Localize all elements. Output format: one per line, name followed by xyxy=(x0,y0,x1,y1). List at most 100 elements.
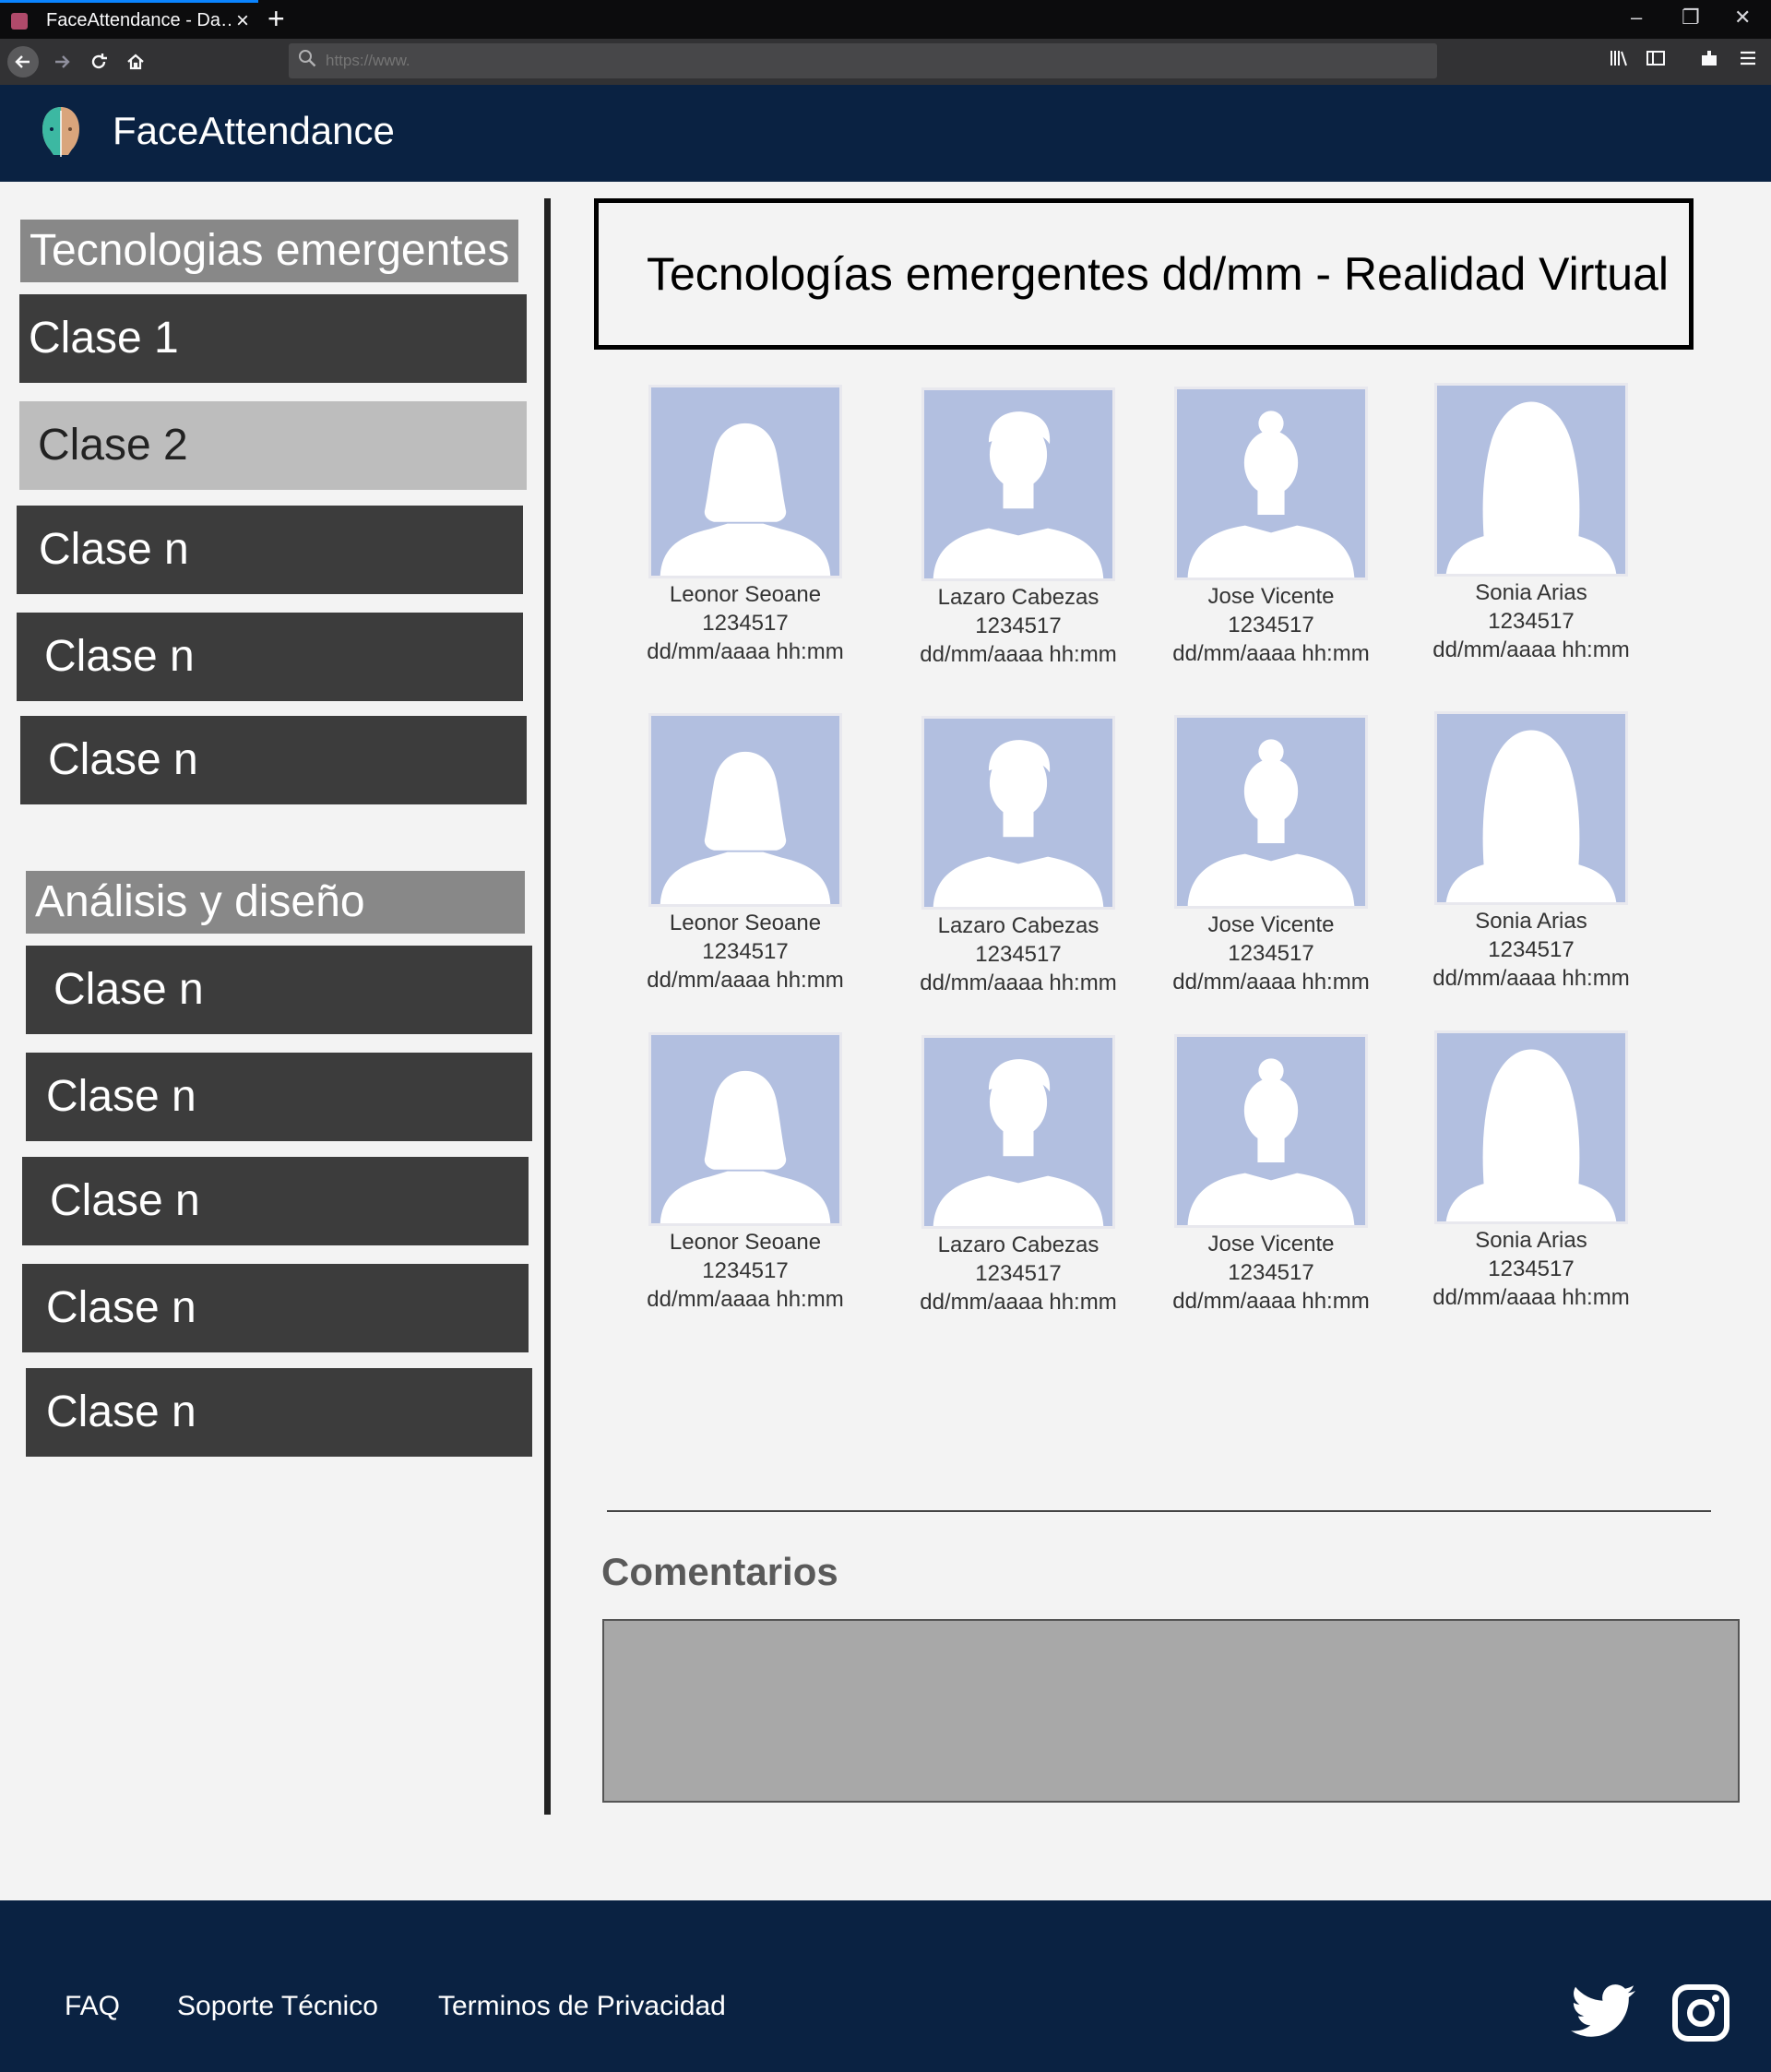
student-card[interactable]: Jose Vicente 1234517 dd/mm/aaaa hh:mm xyxy=(1142,715,1400,996)
search-icon xyxy=(298,49,316,73)
student-card[interactable]: Lazaro Cabezas 1234517 dd/mm/aaaa hh:mm xyxy=(889,1035,1147,1316)
student-id: 1234517 xyxy=(975,942,1062,967)
app-brand[interactable]: FaceAttendance xyxy=(113,109,395,153)
sidebar-divider xyxy=(544,198,551,1815)
student-name: Sonia Arias xyxy=(1475,909,1587,934)
female-short-hair-avatar-icon xyxy=(648,713,842,907)
class-item-n[interactable]: Clase n xyxy=(26,1368,532,1457)
attendance-timestamp: dd/mm/aaaa hh:mm xyxy=(1432,637,1630,662)
attendance-timestamp: dd/mm/aaaa hh:mm xyxy=(1172,641,1370,666)
student-card[interactable]: Leonor Seoane 1234517 dd/mm/aaaa hh:mm xyxy=(616,1032,874,1314)
close-window-button[interactable]: ✕ xyxy=(1734,6,1751,30)
new-tab-button[interactable]: + xyxy=(267,2,285,36)
male-avatar-icon xyxy=(921,716,1115,910)
student-name: Jose Vicente xyxy=(1207,912,1335,937)
attendance-timestamp: dd/mm/aaaa hh:mm xyxy=(647,639,844,664)
class-item-n[interactable]: Clase n xyxy=(17,613,523,701)
class-item-n[interactable]: Clase n xyxy=(22,1264,529,1352)
attendance-timestamp: dd/mm/aaaa hh:mm xyxy=(920,642,1117,667)
student-name: Leonor Seoane xyxy=(669,582,822,607)
student-card[interactable]: Leonor Seoane 1234517 dd/mm/aaaa hh:mm xyxy=(616,385,874,666)
student-card[interactable]: Sonia Arias 1234517 dd/mm/aaaa hh:mm xyxy=(1402,711,1660,993)
student-name: Leonor Seoane xyxy=(669,1230,822,1255)
library-icon[interactable] xyxy=(1609,48,1629,74)
student-card[interactable]: Lazaro Cabezas 1234517 dd/mm/aaaa hh:mm xyxy=(889,387,1147,669)
arrow-right-icon xyxy=(55,55,70,68)
bun-hair-avatar-icon xyxy=(1174,1034,1368,1228)
browser-toolbar xyxy=(0,39,1771,85)
url-input[interactable] xyxy=(326,52,1340,70)
student-id: 1234517 xyxy=(975,1261,1062,1286)
tab-close-icon[interactable]: × xyxy=(236,8,249,34)
male-avatar-icon xyxy=(921,1035,1115,1229)
privacy-link[interactable]: Terminos de Privacidad xyxy=(438,1991,726,2022)
extensions-icon[interactable] xyxy=(1699,48,1719,74)
student-id: 1234517 xyxy=(1488,1256,1575,1281)
student-card[interactable]: Sonia Arias 1234517 dd/mm/aaaa hh:mm xyxy=(1402,1030,1660,1312)
class-item-1[interactable]: Clase 1 xyxy=(19,294,527,383)
attendance-timestamp: dd/mm/aaaa hh:mm xyxy=(1172,1289,1370,1314)
section-divider xyxy=(607,1510,1711,1512)
reload-icon xyxy=(91,54,107,69)
arrow-left-icon xyxy=(15,55,30,68)
female-short-hair-avatar-icon xyxy=(648,1032,842,1226)
browser-tab[interactable]: FaceAttendance - Da… × xyxy=(0,0,258,39)
class-item-n[interactable]: Clase n xyxy=(17,506,523,594)
bun-hair-avatar-icon xyxy=(1174,715,1368,909)
student-name: Jose Vicente xyxy=(1207,1232,1335,1256)
female-long-hair-avatar-icon xyxy=(1434,1030,1628,1224)
student-id: 1234517 xyxy=(702,939,789,964)
bun-hair-avatar-icon xyxy=(1174,387,1368,580)
student-name: Lazaro Cabezas xyxy=(937,585,1099,610)
home-button[interactable] xyxy=(120,46,151,77)
home-icon xyxy=(127,54,144,70)
attendance-timestamp: dd/mm/aaaa hh:mm xyxy=(1432,966,1630,991)
attendance-timestamp: dd/mm/aaaa hh:mm xyxy=(647,968,844,993)
footer: FAQ Soporte Técnico Terminos de Privacid… xyxy=(0,1900,1771,2072)
student-card[interactable]: Lazaro Cabezas 1234517 dd/mm/aaaa hh:mm xyxy=(889,716,1147,997)
attendance-timestamp: dd/mm/aaaa hh:mm xyxy=(920,1290,1117,1315)
female-long-hair-avatar-icon xyxy=(1434,383,1628,577)
sidebar-toggle-icon[interactable] xyxy=(1646,48,1666,74)
class-item-n[interactable]: Clase n xyxy=(22,1157,529,1245)
student-card[interactable]: Leonor Seoane 1234517 dd/mm/aaaa hh:mm xyxy=(616,713,874,994)
comments-label: Comentarios xyxy=(601,1550,838,1593)
class-item-n[interactable]: Clase n xyxy=(20,716,527,804)
student-name: Lazaro Cabezas xyxy=(937,913,1099,938)
support-link[interactable]: Soporte Técnico xyxy=(177,1991,378,2022)
student-card[interactable]: Jose Vicente 1234517 dd/mm/aaaa hh:mm xyxy=(1142,1034,1400,1316)
student-name: Lazaro Cabezas xyxy=(937,1232,1099,1257)
instagram-icon[interactable] xyxy=(1671,1983,1730,2042)
back-button[interactable] xyxy=(7,46,39,77)
session-title: Tecnologías emergentes dd/mm - Realidad … xyxy=(647,248,1669,300)
student-name: Sonia Arias xyxy=(1475,1228,1587,1253)
forward-button[interactable] xyxy=(46,46,77,77)
class-item-n[interactable]: Clase n xyxy=(26,1053,532,1141)
student-card[interactable]: Jose Vicente 1234517 dd/mm/aaaa hh:mm xyxy=(1142,387,1400,668)
twitter-icon[interactable] xyxy=(1571,1983,1637,2044)
student-name: Leonor Seoane xyxy=(669,911,822,935)
comments-input[interactable] xyxy=(602,1619,1740,1803)
restore-button[interactable]: ❐ xyxy=(1682,6,1700,30)
class-item-2[interactable]: Clase 2 xyxy=(19,401,527,490)
course-heading-analisis: Análisis y diseño xyxy=(26,871,525,934)
menu-icon[interactable] xyxy=(1738,48,1758,74)
reload-button[interactable] xyxy=(83,46,114,77)
male-avatar-icon xyxy=(921,387,1115,581)
student-id: 1234517 xyxy=(1228,613,1314,637)
faq-link[interactable]: FAQ xyxy=(65,1991,120,2022)
student-card[interactable]: Sonia Arias 1234517 dd/mm/aaaa hh:mm xyxy=(1402,383,1660,664)
student-id: 1234517 xyxy=(975,613,1062,638)
student-id: 1234517 xyxy=(1488,609,1575,634)
course-heading-tecnologias: Tecnologias emergentes xyxy=(20,220,518,282)
tab-title: FaceAttendance - Da… xyxy=(46,10,231,30)
face-logo-icon xyxy=(42,107,79,157)
class-item-n[interactable]: Clase n xyxy=(26,946,532,1034)
url-bar[interactable] xyxy=(289,43,1437,78)
attendance-timestamp: dd/mm/aaaa hh:mm xyxy=(1432,1285,1630,1310)
student-id: 1234517 xyxy=(1228,941,1314,966)
student-id: 1234517 xyxy=(1488,937,1575,962)
minimize-button[interactable]: – xyxy=(1631,6,1642,30)
student-name: Sonia Arias xyxy=(1475,580,1587,605)
browser-tab-bar: FaceAttendance - Da… × + – ❐ ✕ xyxy=(0,0,1771,39)
